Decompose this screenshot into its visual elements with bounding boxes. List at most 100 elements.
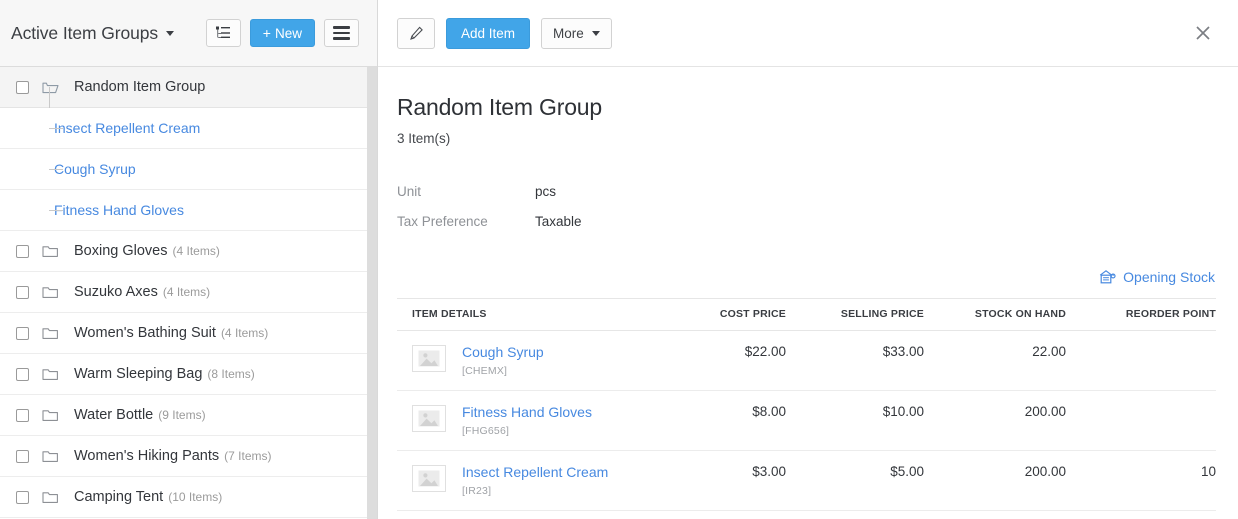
cell-reorder-point	[1066, 331, 1216, 391]
table-row[interactable]: Insect Repellent Cream[IR23]$3.00$5.0020…	[397, 451, 1216, 511]
hamburger-menu-icon	[333, 26, 350, 40]
item-text-block: Fitness Hand Gloves [FHG656]	[462, 404, 592, 437]
item-group-name: Women's Bathing Suit	[74, 325, 216, 341]
item-group-row[interactable]: Water Bottle(9 Items)	[0, 395, 377, 436]
caret-down-icon	[592, 31, 600, 36]
item-group-name: Warm Sleeping Bag	[74, 366, 202, 382]
cell-stock-on-hand: 200.00	[924, 391, 1066, 451]
page-title: Random Item Group	[397, 94, 1216, 121]
item-group-name: Women's Hiking Pants	[74, 448, 219, 464]
attribute-fields: Unitpcs Tax PreferenceTaxable	[397, 176, 1216, 236]
item-link[interactable]: Cough Syrup	[54, 161, 136, 177]
item-sku: [IR23]	[462, 485, 608, 497]
cell-selling-price: $10.00	[786, 391, 924, 451]
item-groups-sidebar: Active Item Groups + New	[0, 0, 378, 519]
row-checkbox[interactable]	[16, 409, 29, 422]
table-body: Cough Syrup[CHEMX]$22.00$33.0022.00Fitne…	[397, 331, 1216, 511]
cell-stock-on-hand: 22.00	[924, 331, 1066, 391]
table-row[interactable]: Fitness Hand Gloves [FHG656] $8.00$10.0020…	[397, 391, 1216, 451]
list-view-button[interactable]	[324, 19, 359, 47]
item-group-name: Camping Tent	[74, 489, 163, 505]
item-name-link[interactable]: Cough Syrup	[462, 344, 544, 360]
close-panel-button[interactable]	[1190, 20, 1216, 46]
item-group-row[interactable]: Suzuko Axes(4 Items)	[0, 272, 377, 313]
attribute-label: Tax Preference	[397, 214, 535, 229]
cell-reorder-point: 10	[1066, 451, 1216, 511]
sidebar-title-label: Active Item Groups	[11, 23, 158, 43]
attribute-value: Taxable	[535, 214, 582, 229]
item-group-child-row[interactable]: Fitness Hand Gloves	[0, 190, 377, 231]
cell-cost-price: $8.00	[654, 391, 786, 451]
more-dropdown-button[interactable]: More	[541, 18, 612, 49]
sidebar-scrollbar[interactable]	[367, 67, 377, 519]
item-text-block: Insect Repellent Cream [IR23]	[462, 464, 608, 497]
image-placeholder-icon	[412, 465, 446, 492]
item-group-child-row[interactable]: Cough Syrup	[0, 149, 377, 190]
item-name-link[interactable]: Fitness Hand Gloves	[462, 404, 592, 420]
item-sku: [FHG656]	[462, 425, 592, 437]
row-checkbox[interactable]	[16, 286, 29, 299]
row-checkbox[interactable]	[16, 245, 29, 258]
opening-stock-label: Opening Stock	[1123, 269, 1215, 285]
folder-icon	[42, 449, 59, 463]
item-group-row[interactable]: Boxing Gloves(4 Items)	[0, 231, 377, 272]
folder-icon	[42, 490, 59, 504]
row-checkbox[interactable]	[16, 491, 29, 504]
item-count-label: 3 Item(s)	[397, 131, 1216, 146]
folder-icon	[42, 326, 59, 340]
caret-down-icon	[166, 31, 174, 36]
more-label: More	[553, 26, 584, 41]
item-link[interactable]: Insect Repellent Cream	[54, 120, 200, 136]
sidebar-header: Active Item Groups + New	[0, 0, 377, 67]
tree-branch-line	[49, 128, 63, 129]
tree-view-icon	[216, 26, 231, 40]
image-placeholder-icon	[412, 405, 446, 432]
folder-icon	[42, 244, 59, 258]
opening-stock-row: Opening Stock	[397, 269, 1216, 285]
row-checkbox[interactable]	[16, 327, 29, 340]
tree-view-button[interactable]	[206, 19, 241, 47]
item-group-row[interactable]: Women's Bathing Suit (4 Items)	[0, 313, 377, 354]
group-items-table: ITEM DETAILS COST PRICE SELLING PRICE ST…	[397, 298, 1216, 511]
item-group-row[interactable]: Random Item Group	[0, 67, 377, 108]
detail-body: Random Item Group 3 Item(s) Unitpcs Tax P…	[378, 67, 1238, 511]
app-root: Active Item Groups + New	[0, 0, 1238, 519]
image-placeholder-icon	[412, 345, 446, 372]
item-group-count: (4 Items)	[221, 326, 268, 340]
row-checkbox[interactable]	[16, 368, 29, 381]
attribute-row: Unitpcs	[397, 176, 1216, 206]
column-header-cost-price: COST PRICE	[654, 299, 786, 331]
item-name-link[interactable]: Insect Repellent Cream	[462, 464, 608, 480]
warehouse-icon	[1099, 269, 1116, 285]
table-row[interactable]: Cough Syrup[CHEMX]$22.00$33.0022.00	[397, 331, 1216, 391]
item-group-row[interactable]: Warm Sleeping Bag(8 Items)	[0, 354, 377, 395]
item-group-name: Boxing Gloves	[74, 243, 168, 259]
folder-icon	[42, 367, 59, 381]
folder-icon	[42, 408, 59, 422]
row-checkbox[interactable]	[16, 450, 29, 463]
item-link[interactable]: Fitness Hand Gloves	[54, 202, 184, 218]
add-item-button[interactable]: Add Item	[446, 18, 530, 49]
folder-open-icon	[42, 80, 59, 94]
item-detail-cell: Fitness Hand Gloves [FHG656]	[412, 404, 654, 437]
item-group-child-row[interactable]: Insect Repellent Cream	[0, 108, 377, 149]
cell-cost-price: $22.00	[654, 331, 786, 391]
new-button-label: New	[275, 26, 302, 41]
new-item-group-button[interactable]: + New	[250, 19, 315, 47]
item-group-name: Water Bottle	[74, 407, 153, 423]
item-group-count: (7 Items)	[224, 449, 271, 463]
item-groups-list: Random Item Group Insect Repellent Cream C…	[0, 67, 377, 518]
column-header-stock-on-hand: STOCK ON HAND	[924, 299, 1066, 331]
plus-icon: +	[263, 26, 271, 40]
active-item-groups-dropdown[interactable]: Active Item Groups	[11, 23, 174, 44]
pencil-icon	[409, 26, 424, 41]
attribute-value: pcs	[535, 184, 556, 199]
cell-item-details: Fitness Hand Gloves [FHG656]	[397, 391, 654, 451]
sidebar-header-actions: + New	[206, 19, 359, 47]
item-group-row[interactable]: Women's Hiking Pants (7 Items)	[0, 436, 377, 477]
opening-stock-link[interactable]: Opening Stock	[1099, 269, 1215, 285]
row-checkbox[interactable]	[16, 81, 29, 94]
item-group-count: (4 Items)	[163, 285, 210, 299]
item-group-row[interactable]: Camping Tent(10 Items)	[0, 477, 377, 518]
edit-button[interactable]	[397, 18, 435, 49]
